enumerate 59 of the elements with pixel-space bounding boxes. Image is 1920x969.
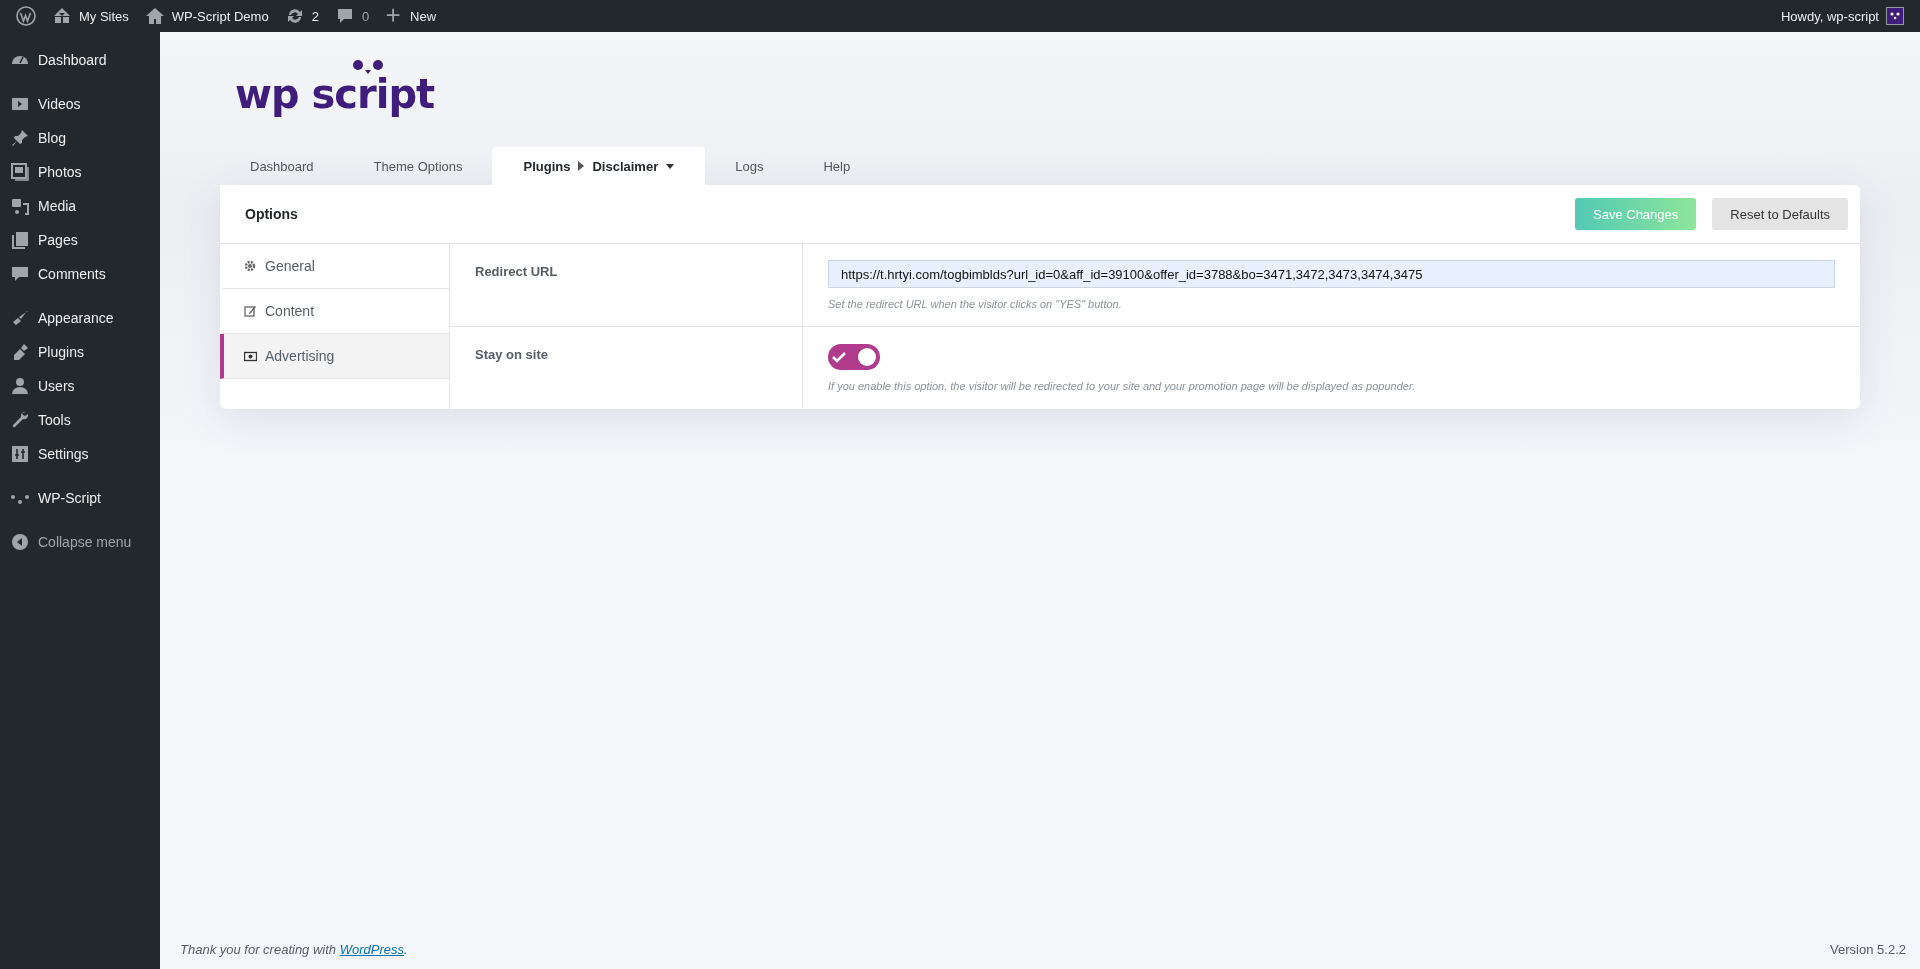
my-sites-link[interactable]: My Sites — [44, 0, 137, 32]
avatar-icon — [1886, 7, 1904, 25]
comments-link[interactable]: 0 — [326, 0, 378, 32]
reset-button[interactable]: Reset to Defaults — [1712, 198, 1848, 230]
collapse-menu-button[interactable]: Collapse menu — [0, 525, 160, 558]
caret-left-circle-icon — [10, 531, 30, 552]
field-label: Stay on site — [475, 347, 548, 362]
pin-icon — [10, 128, 30, 148]
sidebar-item[interactable]: Pages — [0, 223, 160, 257]
sidebar-item[interactable]: Comments — [0, 257, 160, 291]
gear-icon — [244, 259, 257, 273]
settings-nav-item[interactable]: General — [220, 244, 449, 289]
wrench-icon — [10, 410, 30, 430]
field-label: Redirect URL — [475, 264, 558, 279]
nav-tab[interactable]: Plugins Disclaimer — [492, 147, 706, 185]
pages-icon — [10, 230, 30, 250]
sidebar-item[interactable]: Appearance — [0, 301, 160, 335]
nav-tab[interactable]: Logs — [705, 147, 794, 185]
updates-link[interactable]: 2 — [276, 0, 327, 32]
sidebar-item[interactable]: Media — [0, 189, 160, 223]
sidebar-item[interactable]: Photos — [0, 155, 160, 189]
sidebar-item[interactable]: Videos — [0, 87, 160, 121]
settings-nav-item[interactable]: Advertising — [220, 334, 449, 379]
sidebar-item[interactable]: Tools — [0, 403, 160, 437]
check-icon — [832, 351, 846, 363]
sidebar-item[interactable]: WP-Script — [0, 481, 160, 515]
wordpress-link[interactable]: WordPress — [339, 942, 404, 957]
site-name-link[interactable]: WP-Script Demo — [136, 0, 277, 32]
sidebar-item[interactable]: Blog — [0, 121, 160, 155]
nav-tab[interactable]: Dashboard — [220, 147, 344, 185]
photos-icon — [10, 162, 30, 182]
houses-icon — [52, 6, 72, 26]
sidebar-item[interactable]: Users — [0, 369, 160, 403]
field-description: Set the redirect URL when the visitor clicks on "YES" button. — [828, 298, 1122, 310]
nav-tab[interactable]: Theme Options — [343, 147, 493, 185]
sidebar-item[interactable]: Dashboard — [0, 43, 160, 77]
url-input-field[interactable]: https://t.hrtyi.com/togbimblds?url_id=0&aff_id=39100&offer_id=3788&bo=3471,3472,3473,3474,3475 — [828, 260, 1835, 288]
user-icon — [10, 376, 30, 396]
media-icon — [10, 196, 30, 216]
panel-title: Options — [245, 206, 298, 222]
edit-icon — [244, 304, 257, 318]
nav-tab[interactable]: Help — [793, 147, 881, 185]
comment-icon — [10, 264, 30, 284]
sidebar-item[interactable]: Settings — [0, 437, 160, 471]
version-text: Version 5.2.2 — [1830, 942, 1906, 957]
home-icon — [144, 6, 165, 26]
money-icon — [244, 349, 257, 363]
caret-down-icon — [666, 163, 675, 169]
footer-text: Thank you for creating with WordPress. — [180, 942, 408, 957]
account-greeting[interactable]: Howdy, wp-script — [1773, 0, 1912, 32]
sidebar-item[interactable]: Plugins — [0, 335, 160, 369]
field-description: If you enable this option, the visitor will be redirected to your site and your promotion page will be displayed as popunder. — [828, 380, 1416, 392]
caret-right-icon — [578, 161, 585, 171]
toggle-switch[interactable] — [828, 344, 880, 370]
sliders-icon — [10, 444, 30, 464]
panda-ears-icon — [353, 58, 383, 76]
new-content-link[interactable]: New — [377, 0, 445, 32]
wordpress-logo-icon — [16, 6, 36, 26]
logo-text: wp script — [235, 72, 435, 116]
